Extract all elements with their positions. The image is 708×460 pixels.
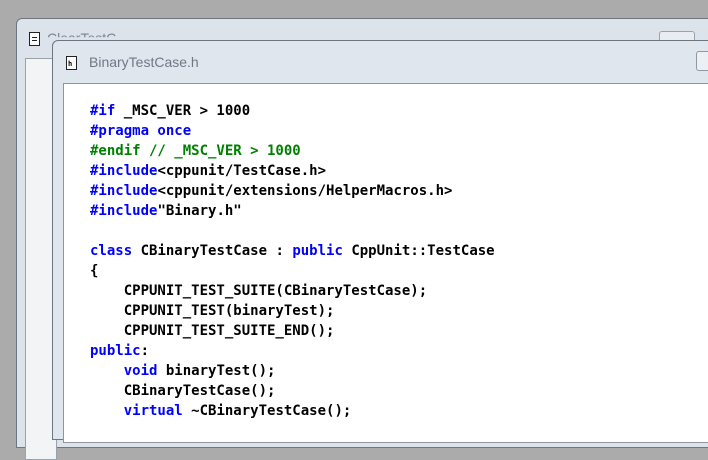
code-line[interactable]: #if _MSC_VER > 1000 [90, 101, 495, 121]
window-title: BinaryTestCase.h [89, 54, 199, 70]
code-line[interactable]: CPPUNIT_TEST(binaryTest); [90, 301, 495, 321]
code-line[interactable]: #include"Binary.h" [90, 201, 495, 221]
keyword-token: void [123, 363, 158, 379]
code-token: CppUnit::TestCase [342, 243, 495, 259]
code-token: : [140, 343, 150, 359]
window-titlebar[interactable]: h BinaryTestCase.h [53, 41, 708, 81]
code-line[interactable]: #include<cppunit/extensions/HelperMacros… [90, 181, 495, 201]
code-line[interactable]: #pragma once [90, 121, 495, 141]
code-line[interactable]: #include<cppunit/TestCase.h> [90, 161, 495, 181]
code-editor[interactable]: #if _MSC_VER > 1000 #pragma once #endif //… [63, 83, 708, 443]
keyword-token: public [292, 243, 343, 259]
keyword-token: public [90, 343, 141, 359]
code-token: <cppunit/TestCase.h> [157, 163, 327, 179]
header-file-icon: h [66, 56, 77, 70]
code-line[interactable]: { [90, 261, 495, 281]
code-token: { [90, 263, 99, 279]
code-token: ~CBinaryTestCase(); [182, 403, 352, 419]
code-line[interactable]: CPPUNIT_TEST_SUITE(CBinaryTestCase); [90, 281, 495, 301]
code-line[interactable] [90, 221, 495, 241]
code-token: _MSC_VER > 1000 [123, 103, 251, 119]
keyword-token: #include [90, 163, 158, 179]
code-token: "Binary.h" [157, 203, 242, 219]
document-icon [29, 32, 40, 46]
code-line[interactable]: class CBinaryTestCase : public CppUnit::… [90, 241, 495, 261]
window-control-button[interactable] [696, 51, 708, 71]
code-token: CBinaryTestCase(); [90, 383, 276, 399]
code-token: CPPUNIT_TEST(binaryTest); [90, 303, 335, 319]
code-token: CPPUNIT_TEST_SUITE(CBinaryTestCase); [90, 283, 428, 299]
preprocessor-comment-token: #endif // _MSC_VER > 1000 [90, 143, 301, 159]
code-token: CBinaryTestCase : [132, 243, 293, 259]
code-token: binaryTest(); [157, 363, 276, 379]
keyword-token: class [90, 243, 133, 259]
keyword-token: #include [90, 203, 158, 219]
front-editor-window[interactable]: h BinaryTestCase.h #if _MSC_VER > 1000 #p… [52, 40, 708, 443]
keyword-token: #include [90, 183, 158, 199]
source-code[interactable]: #if _MSC_VER > 1000 #pragma once #endif //… [90, 101, 495, 421]
code-line[interactable]: public: [90, 341, 495, 361]
keyword-token: #if [90, 103, 124, 119]
code-line[interactable]: virtual ~CBinaryTestCase(); [90, 401, 495, 421]
keyword-token: virtual [123, 403, 183, 419]
code-line[interactable]: #endif // _MSC_VER > 1000 [90, 141, 495, 161]
code-line[interactable]: CPPUNIT_TEST_SUITE_END(); [90, 321, 495, 341]
keyword-token: #pragma once [90, 123, 192, 139]
code-token: <cppunit/extensions/HelperMacros.h> [157, 183, 453, 199]
code-line[interactable]: CBinaryTestCase(); [90, 381, 495, 401]
code-line[interactable]: void binaryTest(); [90, 361, 495, 381]
code-token: CPPUNIT_TEST_SUITE_END(); [90, 323, 335, 339]
